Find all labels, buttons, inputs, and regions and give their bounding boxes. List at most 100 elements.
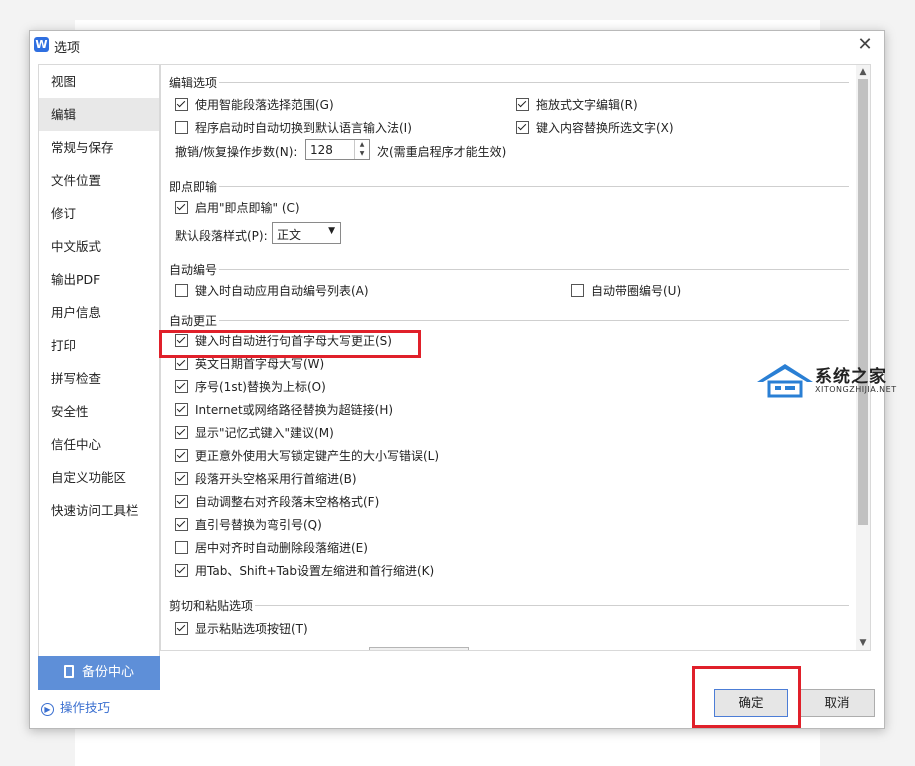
checkbox-box: [175, 403, 188, 416]
paragraph-style-select[interactable]: 正文 ▼: [272, 222, 341, 244]
scroll-up-icon[interactable]: ▲: [856, 65, 870, 79]
auto-correct-checkbox[interactable]: 更正意外使用大写锁定键产生的大小写错误(L): [175, 447, 439, 464]
title-bar: W 选项 ✕: [30, 31, 884, 59]
sidebar-item[interactable]: 拼写检查: [39, 362, 159, 395]
divider: [219, 320, 849, 321]
dropdown-arrow-icon: ▼: [328, 226, 335, 236]
watermark: 系统之家 XITONGZHIJIA.NET: [755, 358, 905, 408]
checkbox-box: [571, 284, 584, 297]
sidebar-item[interactable]: 常规与保存: [39, 131, 159, 164]
divider: [219, 186, 849, 187]
checkbox-box: [175, 564, 188, 577]
checkbox-label: 段落开头空格采用行首缩进(B): [195, 472, 357, 486]
backup-center-button[interactable]: 备份中心: [38, 656, 160, 690]
divider: [219, 269, 849, 270]
checkbox-label: 居中对齐时自动删除段落缩进(E): [195, 541, 368, 555]
auto-correct-checkbox[interactable]: 直引号替换为弯引号(Q): [175, 516, 322, 533]
watermark-text: 系统之家: [815, 367, 887, 387]
spinner-arrows-icon[interactable]: ▲ ▼: [354, 140, 369, 159]
undo-steps-note: 次(需重启程序才能生效): [377, 145, 507, 159]
auto-correct-checkbox[interactable]: 段落开头空格采用行首缩进(B): [175, 470, 357, 487]
sidebar-item[interactable]: 编辑: [39, 98, 159, 131]
sidebar-item[interactable]: 安全性: [39, 395, 159, 428]
sidebar-item[interactable]: 自定义功能区: [39, 461, 159, 494]
checkbox-label: 更正意外使用大写锁定键产生的大小写错误(L): [195, 449, 440, 463]
checkbox-box: [175, 380, 188, 393]
undo-steps-spinner[interactable]: 128 ▲ ▼: [305, 139, 370, 160]
drag-text-checkbox[interactable]: 拖放式文字编辑(R): [516, 96, 638, 113]
tips-label: 操作技巧: [60, 700, 111, 715]
checkbox-box: [175, 426, 188, 439]
checkbox-box: [175, 121, 188, 134]
paragraph-style-value: 正文: [277, 228, 302, 242]
sidebar-item[interactable]: 快速访问工具栏: [39, 494, 159, 527]
checkbox-label: 使用智能段落选择范围(G): [195, 98, 334, 112]
sidebar-item[interactable]: 用户信息: [39, 296, 159, 329]
auto-correct-checkbox[interactable]: 显示"记忆式键入"建议(M): [175, 424, 334, 441]
checkbox-label: 自动调整右对齐段落末空格格式(F): [195, 495, 380, 509]
section-paste-title: 剪切和粘贴选项: [169, 599, 254, 613]
watermark-subtext: XITONGZHIJIA.NET: [815, 385, 897, 394]
close-icon[interactable]: ✕: [854, 34, 876, 56]
auto-correct-checkbox[interactable]: Internet或网络路径替换为超链接(H): [175, 401, 393, 418]
tips-link[interactable]: ▶ 操作技巧: [41, 697, 110, 716]
checkbox-box: [175, 622, 188, 635]
checkbox-label: 启用"即点即输" (C): [195, 201, 300, 215]
sidebar-item[interactable]: 文件位置: [39, 164, 159, 197]
section-auto-correct-title: 自动更正: [169, 314, 218, 328]
undo-steps-value: 128: [310, 143, 333, 157]
checkbox-label: 英文日期首字母大写(W): [195, 357, 325, 371]
auto-correct-checkbox[interactable]: 用Tab、Shift+Tab设置左缩进和首行缩进(K): [175, 562, 434, 579]
paragraph-style-label: 默认段落样式(P):: [175, 229, 268, 243]
checkbox-label: 程序启动时自动切换到默认语言输入法(I): [195, 121, 412, 135]
checkbox-label: 直引号替换为弯引号(Q): [195, 518, 322, 532]
checkbox-label: 键入内容替换所选文字(X): [536, 121, 674, 135]
play-circle-icon: ▶: [41, 703, 54, 716]
show-paste-button-checkbox[interactable]: 显示粘贴选项按钮(T): [175, 620, 308, 637]
wps-app-icon: W: [34, 37, 49, 52]
checkbox-box: [175, 357, 188, 370]
sidebar-item[interactable]: 修订: [39, 197, 159, 230]
sidebar-item[interactable]: 信任中心: [39, 428, 159, 461]
auto-correct-checkbox[interactable]: 自动调整右对齐段落末空格格式(F): [175, 493, 379, 510]
auto-list-checkbox[interactable]: 键入时自动应用自动编号列表(A): [175, 282, 369, 299]
scrollbar-thumb[interactable]: [858, 79, 868, 525]
click-type-checkbox[interactable]: 启用"即点即输" (C): [175, 199, 300, 216]
auto-ime-checkbox[interactable]: 程序启动时自动切换到默认语言输入法(I): [175, 119, 412, 136]
checkbox-box: [175, 541, 188, 554]
checkbox-box: [175, 518, 188, 531]
checkbox-label: 键入时自动应用自动编号列表(A): [195, 284, 369, 298]
cancel-button[interactable]: 取消: [799, 689, 875, 717]
sidebar-item[interactable]: 输出PDF: [39, 263, 159, 296]
auto-correct-checkbox[interactable]: 序号(1st)替换为上标(O): [175, 378, 326, 395]
checkbox-box: [175, 284, 188, 297]
checkbox-label: 用Tab、Shift+Tab设置左缩进和首行缩进(K): [195, 564, 435, 578]
checkbox-label: 显示"记忆式键入"建议(M): [195, 426, 334, 440]
divider: [219, 82, 849, 83]
sidebar-list: 视图 编辑 常规与保存 文件位置 修订 中文版式 输出PDF 用户信息 打印 拼写检查 安全性 信任中…: [38, 64, 160, 656]
watermark-house-icon: [757, 364, 813, 398]
sidebar-item[interactable]: 中文版式: [39, 230, 159, 263]
checkbox-box: [175, 495, 188, 508]
smart-select-checkbox[interactable]: 使用智能段落选择范围(G): [175, 96, 334, 113]
scroll-down-icon[interactable]: ▼: [856, 636, 870, 650]
dialog-title: 选项: [54, 41, 81, 56]
checkbox-label: 自动带圈编号(U): [591, 284, 682, 298]
checkbox-box: [175, 449, 188, 462]
backup-label: 备份中心: [81, 665, 134, 680]
highlight-box-auto-capitalize: [159, 330, 421, 358]
checkbox-label: Internet或网络路径替换为超链接(H): [195, 403, 394, 417]
section-auto-number-title: 自动编号: [169, 263, 218, 277]
backup-icon: [63, 665, 74, 678]
checkbox-box: [175, 98, 188, 111]
checkbox-label: 序号(1st)替换为上标(O): [195, 380, 326, 394]
replace-selection-checkbox[interactable]: 键入内容替换所选文字(X): [516, 119, 674, 136]
sidebar-item[interactable]: 打印: [39, 329, 159, 362]
auto-correct-checkbox[interactable]: 居中对齐时自动删除段落缩进(E): [175, 539, 368, 556]
circle-number-checkbox[interactable]: 自动带圈编号(U): [571, 282, 681, 299]
highlight-box-ok-button: [692, 666, 801, 728]
partial-button[interactable]: [369, 647, 469, 650]
checkbox-box: [175, 201, 188, 214]
sidebar-item[interactable]: 视图: [39, 65, 159, 98]
sidebar: 视图 编辑 常规与保存 文件位置 修订 中文版式 输出PDF 用户信息 打印 拼写检查 安全性 信任中…: [38, 64, 160, 717]
